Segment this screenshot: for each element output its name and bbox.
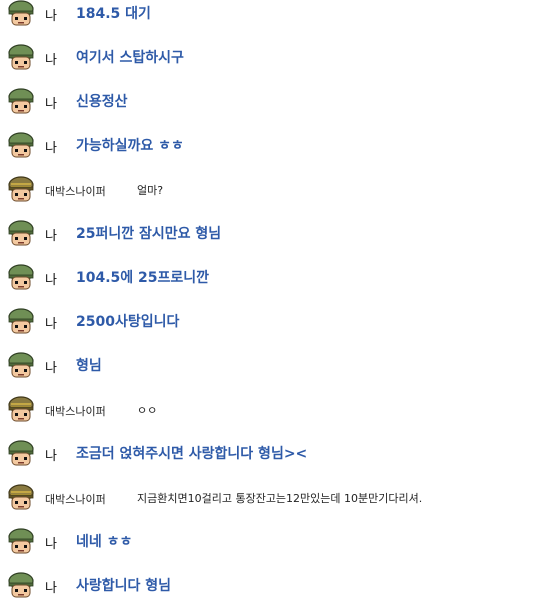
message-text: ㅇㅇ [137,404,158,417]
message-text: 사랑합니다 형님 [76,578,172,594]
chat-message: 대박스나이퍼 지금환치면10걸리고 통장잔고는12만있는데 10분만기다리셔. [0,484,539,512]
chat-message: 나 신용정산 [0,88,539,116]
officer-helmet-icon [7,176,35,204]
message-text: 104.5에 25프로니깐 [76,270,210,286]
message-text: 184.5 대기 [76,6,151,22]
chat-message: 대박스나이퍼 얼마? [0,176,539,204]
speaker-name: 나 [45,53,57,68]
speaker-name: 나 [45,317,57,332]
officer-helmet-icon [7,396,35,424]
soldier-helmet-icon [7,572,35,600]
soldier-helmet-icon [7,308,35,336]
soldier-helmet-icon [7,352,35,380]
message-text: 가능하실까요 ㅎㅎ [76,138,184,154]
message-text: 얼마? [137,184,164,197]
message-text: 형님 [76,358,102,374]
chat-message: 대박스나이퍼 ㅇㅇ [0,396,539,424]
speaker-name: 나 [45,449,57,464]
chat-message: 나 184.5 대기 [0,0,539,28]
chat-message: 나 25퍼니깐 잠시만요 형님 [0,220,539,248]
chat-message: 나 사랑합니다 형님 [0,572,539,600]
speaker-name: 대박스나이퍼 [45,493,106,506]
speaker-name: 나 [45,229,57,244]
soldier-helmet-icon [7,0,35,28]
speaker-name: 나 [45,141,57,156]
speaker-name: 대박스나이퍼 [45,185,106,198]
chat-message: 나 형님 [0,352,539,380]
chat-log: 나 184.5 대기 나 여기서 스탑하시구 나 신용정산 나 가능하실까요 ㅎ… [0,0,539,603]
chat-message: 나 104.5에 25프로니깐 [0,264,539,292]
chat-message: 나 네네 ㅎㅎ [0,528,539,556]
chat-message: 나 여기서 스탑하시구 [0,44,539,72]
message-text: 2500사탕입니다 [76,314,180,330]
soldier-helmet-icon [7,132,35,160]
soldier-helmet-icon [7,44,35,72]
soldier-helmet-icon [7,440,35,468]
soldier-helmet-icon [7,220,35,248]
speaker-name: 나 [45,537,57,552]
speaker-name: 나 [45,361,57,376]
speaker-name: 나 [45,97,57,112]
message-text: 네네 ㅎㅎ [76,534,133,550]
message-text: 25퍼니깐 잠시만요 형님 [76,226,222,242]
message-text: 조금더 얹혀주시면 사랑합니다 형님>< [76,446,308,462]
chat-message: 나 가능하실까요 ㅎㅎ [0,132,539,160]
speaker-name: 나 [45,581,57,596]
officer-helmet-icon [7,484,35,512]
speaker-name: 나 [45,9,57,24]
speaker-name: 대박스나이퍼 [45,405,106,418]
soldier-helmet-icon [7,88,35,116]
speaker-name: 나 [45,273,57,288]
message-text: 신용정산 [76,94,128,110]
chat-message: 나 조금더 얹혀주시면 사랑합니다 형님>< [0,440,539,468]
soldier-helmet-icon [7,264,35,292]
soldier-helmet-icon [7,528,35,556]
message-text: 지금환치면10걸리고 통장잔고는12만있는데 10분만기다리셔. [137,492,423,505]
chat-message: 나 2500사탕입니다 [0,308,539,336]
message-text: 여기서 스탑하시구 [76,50,184,66]
